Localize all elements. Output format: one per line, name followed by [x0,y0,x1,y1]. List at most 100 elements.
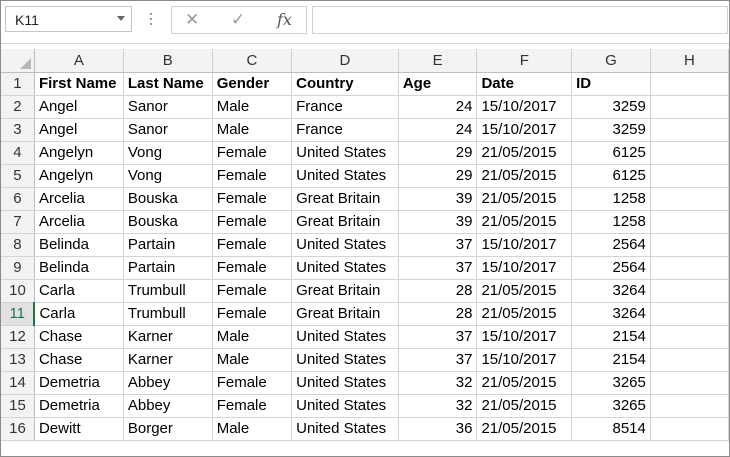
cell-a16[interactable]: Dewitt [34,417,124,441]
cell-c12[interactable]: Male [212,325,293,349]
cell-f13[interactable]: 15/10/2017 [476,348,573,372]
cell-b8[interactable]: Partain [123,233,213,257]
cell-e12[interactable]: 37 [398,325,478,349]
name-box[interactable]: K11 [5,6,132,32]
cell-e14[interactable]: 32 [398,371,478,395]
cell-e3[interactable]: 24 [398,118,478,142]
cell-g1[interactable]: ID [571,72,651,96]
cell-b1[interactable]: Last Name [123,72,213,96]
cell-f10[interactable]: 21/05/2015 [476,279,573,303]
cell-a8[interactable]: Belinda [34,233,124,257]
row-header[interactable]: 1 [1,72,35,96]
formula-input[interactable] [312,6,728,34]
insert-function-icon[interactable]: fx [277,11,292,29]
cell-h4[interactable] [650,141,729,165]
cell-c8[interactable]: Female [212,233,293,257]
cell-g14[interactable]: 3265 [571,371,651,395]
row-header[interactable]: 14 [1,371,35,395]
cell-h8[interactable] [650,233,729,257]
cell-f4[interactable]: 21/05/2015 [476,141,573,165]
cell-g3[interactable]: 3259 [571,118,651,142]
cell-c1[interactable]: Gender [212,72,293,96]
row-header[interactable]: 13 [1,348,35,372]
cell-h10[interactable] [650,279,729,303]
cell-g9[interactable]: 2564 [571,256,651,280]
cell-a15[interactable]: Demetria [34,394,124,418]
cell-e1[interactable]: Age [398,72,478,96]
row-header[interactable]: 16 [1,417,35,441]
cell-f12[interactable]: 15/10/2017 [476,325,573,349]
cell-d5[interactable]: United States [291,164,399,188]
cell-h5[interactable] [650,164,729,188]
cell-h16[interactable] [650,417,729,441]
cell-h3[interactable] [650,118,729,142]
cell-a11[interactable]: Carla [34,302,124,326]
cell-g6[interactable]: 1258 [571,187,651,211]
cell-d10[interactable]: Great Britain [291,279,399,303]
cell-e9[interactable]: 37 [398,256,478,280]
cell-g11[interactable]: 3264 [571,302,651,326]
column-header-f[interactable]: F [476,49,573,73]
cell-g8[interactable]: 2564 [571,233,651,257]
cell-a7[interactable]: Arcelia [34,210,124,234]
cell-f11[interactable]: 21/05/2015 [476,302,573,326]
cell-f2[interactable]: 15/10/2017 [476,95,573,119]
cell-f3[interactable]: 15/10/2017 [476,118,573,142]
cell-a9[interactable]: Belinda [34,256,124,280]
cell-c7[interactable]: Female [212,210,293,234]
column-header-g[interactable]: G [571,49,651,73]
cell-b10[interactable]: Trumbull [123,279,213,303]
cell-g10[interactable]: 3264 [571,279,651,303]
row-header[interactable]: 7 [1,210,35,234]
column-header-d[interactable]: D [291,49,399,73]
cell-b4[interactable]: Vong [123,141,213,165]
cell-a4[interactable]: Angelyn [34,141,124,165]
cell-a10[interactable]: Carla [34,279,124,303]
cell-a3[interactable]: Angel [34,118,124,142]
row-header[interactable]: 3 [1,118,35,142]
cell-d12[interactable]: United States [291,325,399,349]
cell-f15[interactable]: 21/05/2015 [476,394,573,418]
cell-b13[interactable]: Karner [123,348,213,372]
cell-e10[interactable]: 28 [398,279,478,303]
cell-e8[interactable]: 37 [398,233,478,257]
cancel-icon[interactable]: ✕ [185,11,199,29]
cell-g2[interactable]: 3259 [571,95,651,119]
cell-b2[interactable]: Sanor [123,95,213,119]
cell-g5[interactable]: 6125 [571,164,651,188]
cell-d11[interactable]: Great Britain [291,302,399,326]
cell-h6[interactable] [650,187,729,211]
cell-e7[interactable]: 39 [398,210,478,234]
cell-d4[interactable]: United States [291,141,399,165]
cell-b11[interactable]: Trumbull [123,302,213,326]
column-header-e[interactable]: E [398,49,478,73]
row-header[interactable]: 6 [1,187,35,211]
cell-e4[interactable]: 29 [398,141,478,165]
cell-a12[interactable]: Chase [34,325,124,349]
chevron-down-icon[interactable] [117,16,125,21]
cell-c16[interactable]: Male [212,417,293,441]
cell-b16[interactable]: Borger [123,417,213,441]
cell-b6[interactable]: Bouska [123,187,213,211]
drag-handle-icon[interactable] [150,13,153,29]
cell-f5[interactable]: 21/05/2015 [476,164,573,188]
cell-d8[interactable]: United States [291,233,399,257]
row-header[interactable]: 8 [1,233,35,257]
cell-c9[interactable]: Female [212,256,293,280]
cell-h11[interactable] [650,302,729,326]
column-header-a[interactable]: A [34,49,124,73]
cell-b5[interactable]: Vong [123,164,213,188]
cell-e2[interactable]: 24 [398,95,478,119]
cell-e13[interactable]: 37 [398,348,478,372]
row-header[interactable]: 10 [1,279,35,303]
cell-e16[interactable]: 36 [398,417,478,441]
cell-a13[interactable]: Chase [34,348,124,372]
cell-d2[interactable]: France [291,95,399,119]
cell-d13[interactable]: United States [291,348,399,372]
cell-f9[interactable]: 15/10/2017 [476,256,573,280]
cell-d15[interactable]: United States [291,394,399,418]
cell-e6[interactable]: 39 [398,187,478,211]
cell-f8[interactable]: 15/10/2017 [476,233,573,257]
row-header[interactable]: 11 [1,302,36,326]
column-header-h[interactable]: H [650,49,729,73]
